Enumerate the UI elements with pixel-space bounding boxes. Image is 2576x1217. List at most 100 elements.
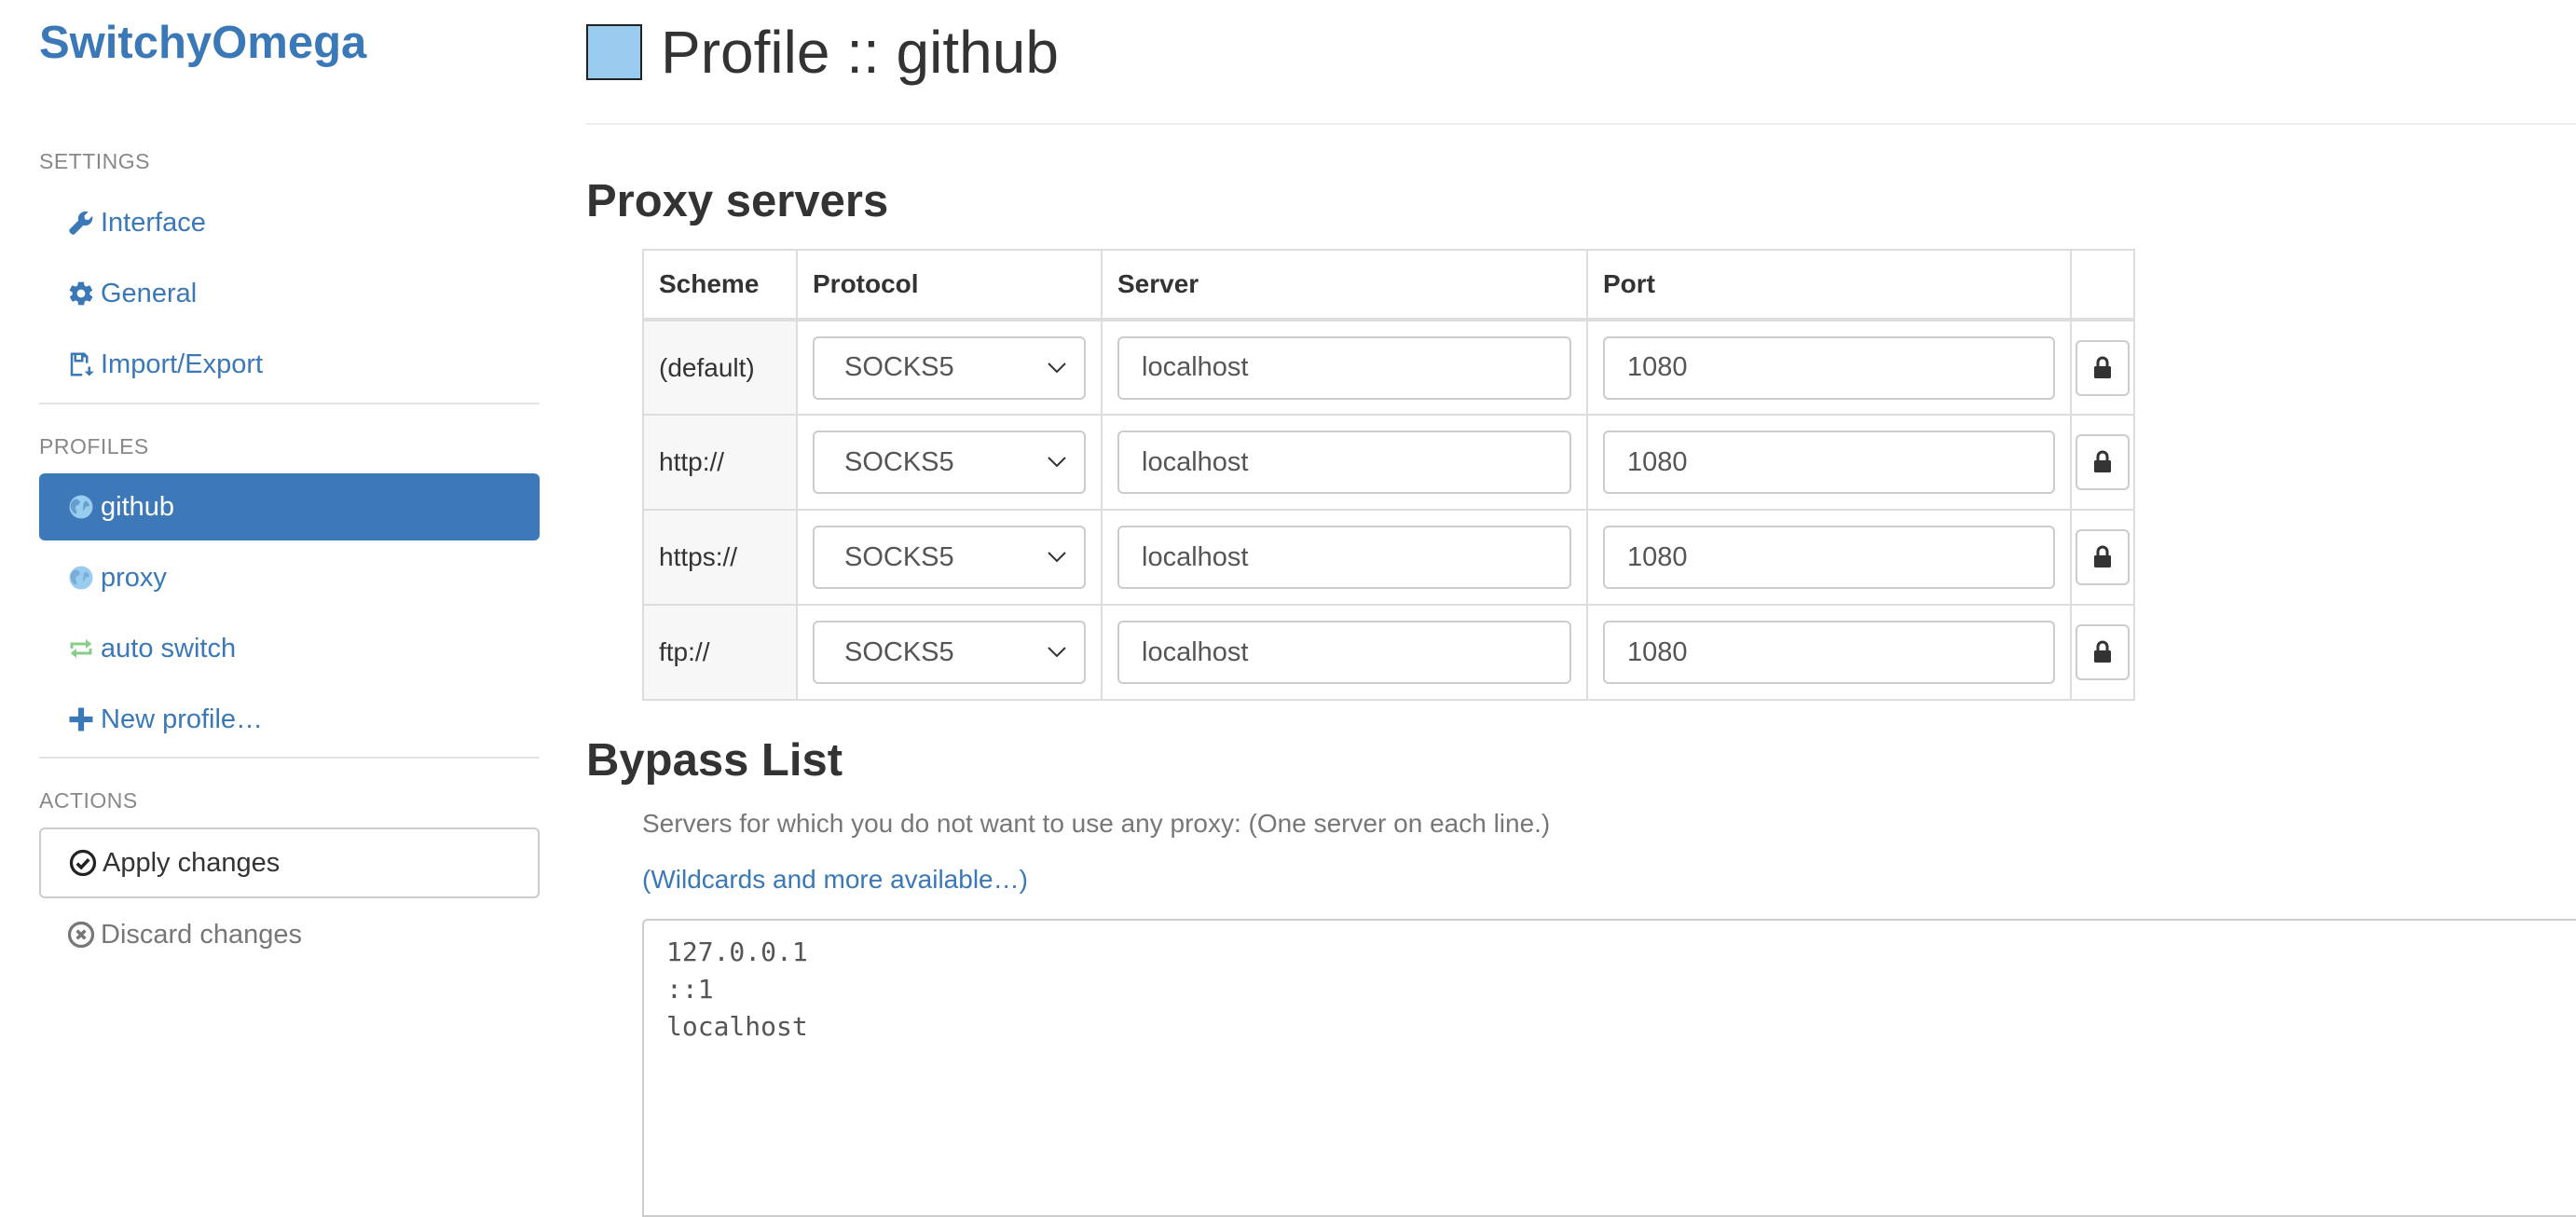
protocol-cell: SOCKS5	[796, 414, 1103, 511]
floppy-import-icon	[67, 350, 95, 378]
protocol-cell: SOCKS5	[796, 604, 1103, 701]
globe-icon	[67, 493, 95, 521]
apply-changes-label: Apply changes	[103, 847, 281, 878]
port-input[interactable]: 1080	[1603, 526, 2055, 589]
auth-cell	[2070, 319, 2135, 416]
auth-lock-button[interactable]	[2076, 434, 2130, 490]
profile-color-picker[interactable]	[586, 24, 642, 80]
table-row: http:// SOCKS5 localhost 1080	[642, 414, 2135, 511]
nav-divider	[39, 757, 540, 759]
auth-cell	[2070, 604, 2135, 701]
port-input[interactable]: 1080	[1603, 431, 2055, 494]
auth-lock-button[interactable]	[2076, 339, 2130, 396]
server-cell: localhost	[1101, 414, 1588, 511]
proxy-servers-table: Scheme Protocol Server Port (default) SO…	[642, 249, 2135, 701]
protocol-cell: SOCKS5	[796, 509, 1103, 606]
sidebar: SwitchyOmega SETTINGS Interface General …	[0, 0, 559, 1204]
auth-cell	[2070, 414, 2135, 511]
globe-icon	[67, 564, 95, 592]
server-input[interactable]: localhost	[1117, 526, 1571, 589]
page-title: Profile :: github	[661, 19, 1059, 86]
chevron-down-icon	[1048, 647, 1066, 658]
nav-divider	[39, 403, 540, 404]
chevron-down-icon	[1048, 362, 1066, 373]
server-cell: localhost	[1101, 319, 1588, 416]
protocol-select[interactable]: SOCKS5	[813, 431, 1086, 494]
sidebar-item-label: github	[101, 491, 175, 522]
sidebar-item-import-export[interactable]: Import/Export	[39, 331, 540, 398]
port-cell: 1080	[1586, 509, 2072, 606]
wildcards-help-link[interactable]: (Wildcards and more available…)	[642, 865, 1028, 895]
server-cell: localhost	[1101, 604, 1588, 701]
scheme-cell: http://	[642, 414, 798, 511]
port-cell: 1080	[1586, 604, 2072, 701]
sidebar-item-label: New profile…	[101, 704, 264, 734]
server-input[interactable]: localhost	[1117, 335, 1571, 400]
scheme-cell: https://	[642, 509, 798, 606]
server-input[interactable]: localhost	[1117, 431, 1571, 494]
protocol-select[interactable]: SOCKS5	[813, 621, 1086, 684]
table-row: (default) SOCKS5 localhost 1080	[642, 319, 2135, 416]
sidebar-item-new-profile[interactable]: New profile…	[39, 686, 540, 753]
protocol-cell: SOCKS5	[796, 319, 1103, 416]
sidebar-item-label: Interface	[101, 207, 206, 238]
sidebar-item-label: proxy	[101, 562, 167, 593]
bypass-help-text: Servers for which you do not want to use…	[642, 809, 1551, 838]
sidebar-item-label: auto switch	[101, 633, 237, 663]
port-cell: 1080	[1586, 414, 2072, 511]
server-cell: localhost	[1101, 509, 1588, 606]
gear-icon	[67, 280, 95, 308]
settings-header: SETTINGS	[39, 149, 151, 173]
protocol-select[interactable]: SOCKS5	[813, 526, 1086, 589]
sidebar-item-github[interactable]: github	[39, 473, 540, 540]
discard-changes-button[interactable]: Discard changes	[39, 900, 540, 969]
column-header-protocol: Protocol	[796, 249, 1103, 321]
column-header-auth	[2070, 249, 2135, 321]
brand-link[interactable]: SwitchyOmega	[39, 17, 366, 69]
scheme-cell: (default)	[642, 319, 798, 416]
port-input[interactable]: 1080	[1603, 621, 2055, 684]
sidebar-item-proxy[interactable]: proxy	[39, 544, 540, 611]
switch-arrows-icon	[67, 635, 95, 663]
sidebar-item-label: General	[101, 278, 198, 308]
port-input[interactable]: 1080	[1603, 335, 2055, 400]
plus-icon	[67, 705, 95, 733]
column-header-server: Server	[1101, 249, 1588, 321]
bypass-list-textarea[interactable]: 127.0.0.1 ::1 localhost	[642, 919, 2576, 1217]
protocol-select-value: SOCKS5	[844, 541, 954, 572]
sidebar-item-general[interactable]: General	[39, 260, 540, 327]
protocol-select-value: SOCKS5	[844, 352, 954, 382]
chevron-down-icon	[1048, 457, 1066, 468]
lock-icon	[2094, 450, 2111, 472]
wrench-icon	[67, 209, 95, 237]
apply-changes-button[interactable]: Apply changes	[39, 827, 540, 898]
column-header-port: Port	[1586, 249, 2072, 321]
discard-changes-label: Discard changes	[101, 919, 302, 950]
bypass-list-title: Bypass List	[586, 735, 843, 786]
profiles-header: PROFILES	[39, 434, 149, 458]
page-header: Profile :: github	[586, 17, 1059, 88]
table-row: https:// SOCKS5 localhost 1080	[642, 509, 2135, 606]
auth-cell	[2070, 509, 2135, 606]
column-header-scheme: Scheme	[642, 249, 798, 321]
check-circle-icon	[69, 849, 97, 877]
sidebar-item-label: Import/Export	[101, 349, 264, 379]
protocol-select-value: SOCKS5	[844, 446, 954, 477]
server-input[interactable]: localhost	[1117, 621, 1571, 684]
protocol-select[interactable]: SOCKS5	[813, 335, 1086, 400]
table-row: ftp:// SOCKS5 localhost 1080	[642, 604, 2135, 701]
lock-icon	[2094, 640, 2111, 663]
lock-icon	[2094, 356, 2111, 378]
actions-header: ACTIONS	[39, 788, 138, 813]
sidebar-item-interface[interactable]: Interface	[39, 189, 540, 256]
sidebar-item-auto-switch[interactable]: auto switch	[39, 615, 540, 682]
proxy-servers-title: Proxy servers	[586, 176, 889, 226]
scheme-cell: ftp://	[642, 604, 798, 701]
port-cell: 1080	[1586, 319, 2072, 416]
chevron-down-icon	[1048, 552, 1066, 563]
table-header-row: Scheme Protocol Server Port	[642, 249, 2135, 321]
cancel-circle-icon	[67, 921, 95, 949]
auth-lock-button[interactable]	[2076, 529, 2130, 585]
auth-lock-button[interactable]	[2076, 624, 2130, 680]
main-content: Profile :: github Proxy servers Scheme P…	[586, 0, 2576, 1217]
